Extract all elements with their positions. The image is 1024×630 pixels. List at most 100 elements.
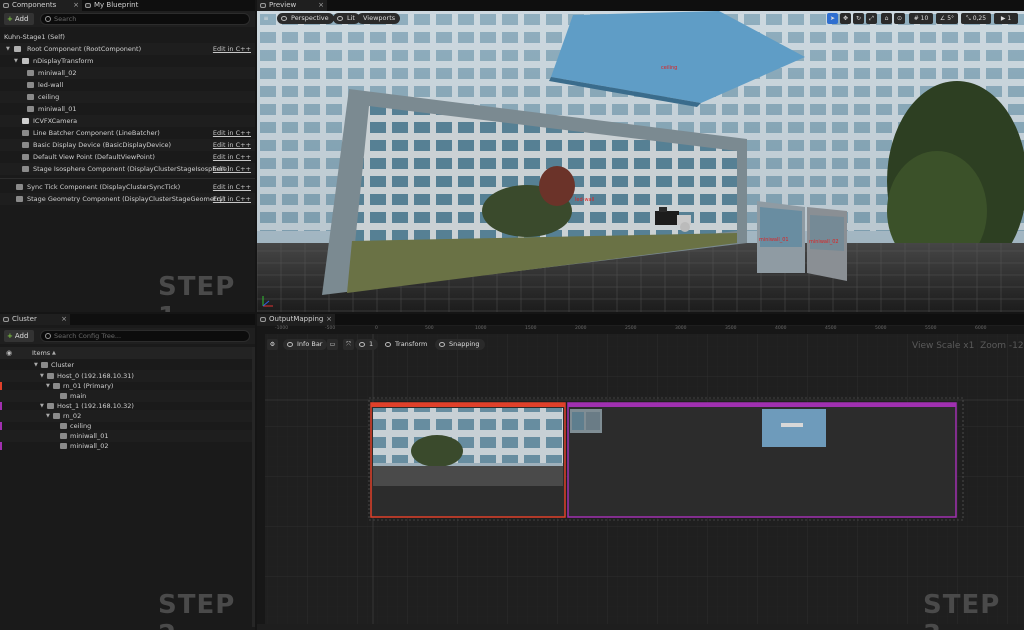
select-mode-icon[interactable]: ➤ — [827, 13, 838, 24]
hamburger-menu-icon[interactable]: ≡ — [260, 13, 272, 24]
cluster-scrollbar[interactable] — [252, 347, 255, 627]
ruler-tick: 1000 — [475, 326, 487, 331]
mesh-icon — [27, 106, 34, 112]
sort-icon[interactable]: ▲ — [52, 347, 56, 359]
grid-snap-button[interactable]: # 10 — [909, 13, 933, 24]
close-icon[interactable]: × — [318, 0, 324, 11]
angle-snap-button[interactable]: ∠ 5° — [936, 13, 958, 24]
tree-row-stage-isosphere[interactable]: Stage Isosphere Component (DisplayCluste… — [0, 163, 255, 175]
viewports-button[interactable]: Viewports — [357, 13, 401, 24]
info-icon — [287, 342, 293, 347]
tree-row-stage-geometry[interactable]: Stage Geometry Component (DisplayCluster… — [0, 193, 255, 205]
output-mapping-panel: OutputMapping × -1000 -500 0 500 1000 15… — [257, 314, 1024, 630]
led-wall-label: led-wall — [575, 197, 595, 203]
zoom-button[interactable]: 1 — [355, 339, 379, 350]
tab-my-blueprint[interactable]: My Blueprint — [82, 0, 162, 11]
tree-row-icvfxcamera[interactable]: ICVFXCamera — [0, 115, 255, 127]
transform-icon — [22, 58, 29, 64]
grid-icon: # — [913, 15, 919, 22]
add-cluster-item-button[interactable]: + Add — [4, 330, 34, 342]
render-node-icon — [53, 383, 60, 389]
tab-components[interactable]: Components × — [0, 0, 82, 11]
outputmapping-settings-icon[interactable]: ⚙ — [267, 339, 278, 350]
scale-snap-icon: ⤡ — [965, 15, 971, 22]
edit-in-cpp-link[interactable]: Edit in C++ — [213, 139, 251, 151]
miniwall-02-label: miniwall_02 — [809, 239, 839, 245]
perspective-button[interactable]: Perspective — [277, 13, 334, 24]
output-mapping-icon — [260, 317, 266, 322]
mesh-icon — [27, 94, 34, 100]
plus-icon: + — [7, 332, 13, 340]
world-local-icon[interactable]: ⌂ — [881, 13, 892, 24]
scene-graphic — [257, 11, 1024, 312]
cluster-toolbar: + Add — [0, 328, 255, 344]
items-header[interactable]: ◉ Items ▲ — [0, 347, 255, 359]
camera-speed-button[interactable]: ▶ 1 — [994, 13, 1018, 24]
components-search[interactable] — [40, 13, 250, 25]
edit-in-cpp-link[interactable]: Edit in C++ — [213, 193, 251, 205]
tree-row-line-batcher[interactable]: Line Batcher Component (LineBatcher) Edi… — [0, 127, 255, 139]
mapping-canvas[interactable] — [257, 326, 1024, 624]
ruler-tick: 5000 — [875, 326, 887, 331]
translate-icon[interactable]: ✥ — [840, 13, 851, 24]
lit-button[interactable]: Lit — [333, 13, 360, 24]
edit-in-cpp-link[interactable]: Edit in C++ — [213, 43, 251, 55]
viewport-icon — [60, 423, 67, 429]
components-search-input[interactable] — [54, 14, 221, 24]
add-component-button[interactable]: + Add — [4, 13, 34, 25]
snapping-button[interactable]: Snapping — [435, 339, 485, 350]
tree-row-ceiling[interactable]: ceiling — [0, 91, 255, 103]
fit-view-icon[interactable]: ⤧ — [343, 339, 354, 350]
info-bar-button[interactable]: Info Bar — [283, 339, 328, 350]
edit-in-cpp-link[interactable]: Edit in C++ — [213, 181, 251, 193]
tree-row-basic-display-device[interactable]: Basic Display Device (BasicDisplayDevice… — [0, 139, 255, 151]
render-node-1 — [370, 402, 566, 518]
tree-row-miniwall-01[interactable]: miniwall_01 — [0, 103, 255, 115]
edit-in-cpp-link[interactable]: Edit in C++ — [213, 127, 251, 139]
step-3-label: STEP 3 — [923, 590, 1001, 630]
chevron-down-icon[interactable]: ▼ — [14, 55, 18, 67]
tree-row-self[interactable]: Kuhn-Stage1 (Self) — [0, 31, 255, 43]
edit-in-cpp-link[interactable]: Edit in C++ — [213, 151, 251, 163]
chevron-down-icon[interactable]: ▼ — [6, 43, 10, 55]
tab-cluster[interactable]: Cluster × — [0, 314, 70, 325]
search-icon — [45, 333, 51, 339]
cluster-search-input[interactable] — [54, 331, 221, 341]
ruler-tick: 3500 — [725, 326, 737, 331]
host-icon — [47, 373, 54, 379]
surface-snap-icon[interactable]: ⊙ — [894, 13, 905, 24]
tree-row-sync-tick[interactable]: Sync Tick Component (DisplayClusterSyncT… — [0, 181, 255, 193]
tree-row-miniwall-02-viewport[interactable]: miniwall_02 — [0, 440, 255, 452]
preview-tabbar: Preview × — [257, 0, 1024, 11]
tree-row-led-wall[interactable]: led-wall — [0, 79, 255, 91]
scale-snap-button[interactable]: ⤡ 0,25 — [961, 13, 991, 24]
component-icon — [16, 184, 23, 190]
tree-row-root[interactable]: ▼ Root Component (RootComponent) Edit in… — [0, 43, 255, 55]
ruler-tick: 5500 — [925, 326, 937, 331]
rotate-icon[interactable]: ↻ — [853, 13, 864, 24]
scale-icon[interactable]: ⤢ — [866, 13, 877, 24]
close-icon[interactable]: × — [73, 0, 79, 11]
transform-button[interactable]: Transform — [381, 339, 432, 350]
eye-icon[interactable]: ◉ — [6, 347, 12, 359]
tab-preview[interactable]: Preview × — [257, 0, 327, 11]
cluster-search[interactable] — [40, 330, 250, 342]
component-icon — [22, 130, 29, 136]
close-icon[interactable]: × — [326, 314, 332, 325]
tree-row-default-view-point[interactable]: Default View Point (DefaultViewPoint) Ed… — [0, 151, 255, 163]
render-node-2 — [567, 402, 957, 518]
component-icon — [22, 166, 29, 172]
window-icon[interactable]: ▭ — [327, 339, 338, 350]
edit-in-cpp-link[interactable]: Edit in C++ — [213, 163, 251, 175]
tab-output-mapping[interactable]: OutputMapping × — [257, 314, 335, 325]
perspective-icon — [281, 16, 287, 21]
close-icon[interactable]: × — [61, 314, 67, 325]
viewport[interactable]: ceiling led-wall miniwall_01 miniwall_02 — [257, 11, 1024, 312]
camera-icon — [22, 118, 29, 124]
root-component-icon — [14, 46, 21, 52]
components-panel: Components × My Blueprint +Add Kuhn-Stag… — [0, 0, 255, 312]
tree-row-ndisplaytransform[interactable]: ▼ nDisplayTransform — [0, 55, 255, 67]
tree-row-miniwall-02[interactable]: miniwall_02 — [0, 67, 255, 79]
step-1-label: STEP 1 — [158, 272, 236, 312]
lit-icon — [337, 16, 343, 21]
